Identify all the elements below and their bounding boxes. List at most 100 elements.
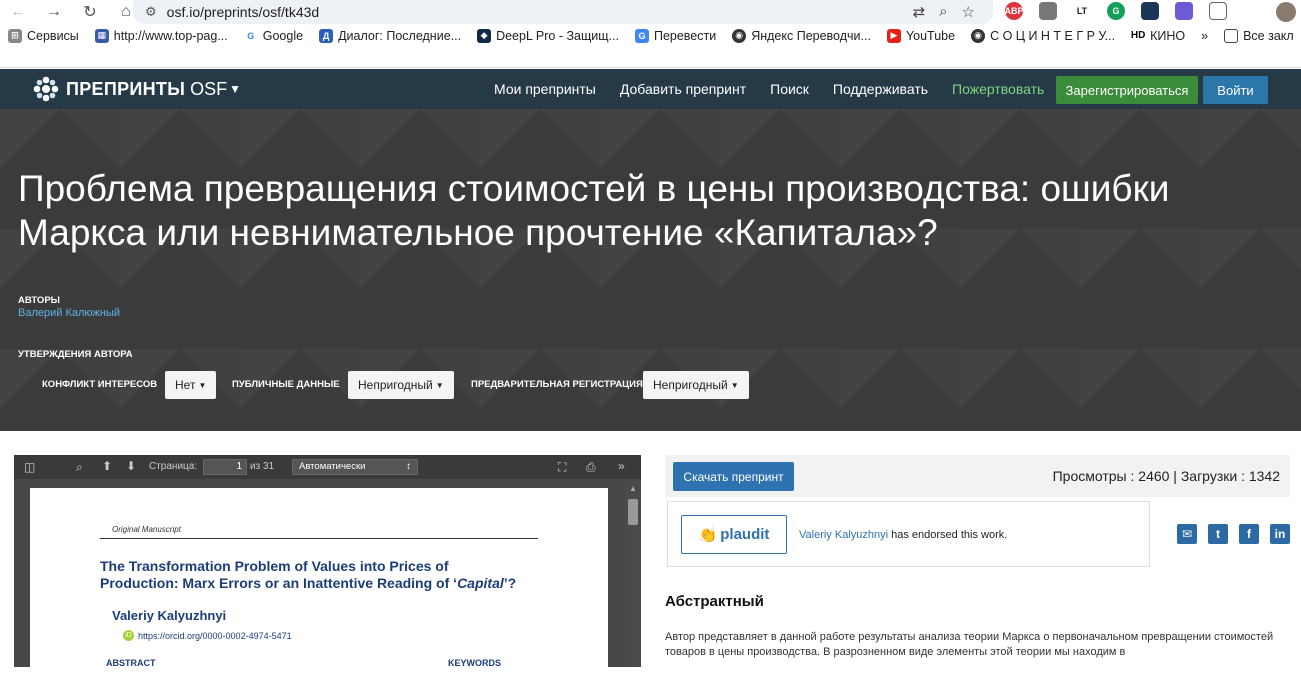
page-number-input[interactable]: 1 (203, 459, 247, 475)
public-data-label: ПУБЛИЧНЫЕ ДАННЫЕ (232, 379, 340, 390)
tools-menu-icon[interactable]: » (618, 459, 625, 473)
bookmark-google[interactable]: G Google (236, 26, 311, 46)
caret-down-icon[interactable]: ▼ (229, 82, 241, 96)
prereg-dropdown[interactable]: Непригодный ▼ (643, 371, 749, 399)
bookmark-label[interactable]: Яндекс Переводчи... (751, 29, 871, 43)
pdf-paper-title: The Transformation Problem of Values int… (100, 558, 516, 592)
brand-suffix[interactable]: OSF (190, 79, 227, 100)
zoom-select[interactable]: Автоматически ↕ (292, 459, 418, 475)
search-icon[interactable]: ⌕ (76, 460, 83, 475)
share-buttons: ✉ t f in (1177, 524, 1290, 544)
bookmarks-bar: ⊞ Сервисы ▦ http://www.top-pag... G Google … (0, 24, 1301, 68)
grammarly-icon[interactable]: G (1107, 2, 1125, 20)
bookmark-sociontegru[interactable]: ◉ С О Ц И Н Т Е Г Р У... (963, 26, 1123, 46)
view-download-stats: Просмотры : 2460 | Загрузки : 1342 (1052, 468, 1280, 484)
profile-avatar[interactable] (1276, 2, 1296, 22)
facebook-icon[interactable]: f (1239, 524, 1259, 544)
bookmark-top-pag[interactable]: ▦ http://www.top-pag... (87, 26, 236, 46)
brand-menu[interactable]: ПРЕПРИНТЫ OSF ▼ (32, 75, 241, 103)
register-button[interactable]: Зарегистрироваться (1056, 76, 1198, 104)
caret-down-icon[interactable]: ▼ (731, 381, 739, 390)
bookmark-label[interactable]: DeepL Pro - Защищ... (496, 29, 619, 43)
plaudit-widget: 👏 plaudit Valeriy Kalyuzhnyi has endorse… (667, 501, 1150, 567)
bookmark-translate[interactable]: G Перевести (627, 26, 724, 46)
pdf-scrollbar[interactable]: ▲ (625, 479, 641, 667)
forward-icon[interactable]: → (36, 3, 72, 21)
languagetool-icon[interactable]: LT (1073, 2, 1091, 20)
pdf-title-line1: The Transformation Problem of Values int… (100, 558, 449, 574)
back-icon[interactable]: ← (0, 3, 36, 21)
pdf-viewer: ◫ ⌕ ⬆ ⬇ Страница: 1 из 31 Автоматически ↕… (14, 455, 641, 688)
bookmark-label[interactable]: Все закл (1243, 29, 1294, 43)
linkedin-icon[interactable]: in (1270, 524, 1290, 544)
author-link[interactable]: Валерий Калюжный (18, 307, 120, 319)
clapping-hands-icon[interactable]: 👏 (699, 526, 718, 544)
pdf-title-italic: Capital (457, 575, 504, 591)
plaudit-label[interactable]: plaudit (720, 526, 769, 543)
fullscreen-icon[interactable]: ⛶ (558, 460, 566, 475)
extension-icon[interactable] (1039, 2, 1057, 20)
bookmark-kino[interactable]: HD КИНО (1123, 26, 1193, 46)
nav-donate[interactable]: Пожертвовать (940, 81, 1056, 97)
bookmark-label[interactable]: YouTube (906, 29, 955, 43)
apps-icon[interactable] (1175, 2, 1193, 20)
download-preprint-button[interactable]: Скачать препринт (673, 462, 794, 491)
bookmark-yandex[interactable]: ◉ Яндекс Переводчи... (724, 26, 879, 46)
bookmark-services[interactable]: ⊞ Сервисы (0, 26, 87, 46)
authors-label: АВТОРЫ (18, 295, 60, 306)
orcid-link[interactable]: https://orcid.org/0000-0002-4974-5471 (138, 631, 292, 641)
endorser-link[interactable]: Valeriy Kalyuzhnyi (799, 529, 888, 541)
caret-down-icon[interactable]: ▼ (198, 381, 206, 390)
bookmark-all[interactable]: Все закл (1216, 26, 1301, 46)
bookmarks-overflow-icon[interactable]: » (1193, 26, 1216, 46)
brand-name[interactable]: ПРЕПРИНТЫ (66, 79, 185, 100)
print-icon[interactable]: ⎙ (586, 460, 596, 475)
reload-icon[interactable]: ↻ (72, 2, 108, 22)
nav-search[interactable]: Поиск (758, 81, 821, 97)
translate-icon[interactable]: ⇄ (913, 3, 926, 21)
site-info-icon[interactable]: ⚙ (145, 4, 157, 20)
zoom-value[interactable]: Автоматически (299, 461, 365, 472)
email-icon[interactable]: ✉ (1177, 524, 1197, 544)
preprint-title: Проблема превращения стоимостей в цены п… (18, 168, 1170, 253)
bookmark-youtube[interactable]: ▶ YouTube (879, 26, 963, 46)
zoom-icon[interactable]: ⌕ (939, 3, 947, 21)
abstract-text: Автор представляет в данной работе резул… (665, 631, 1274, 658)
scroll-up-icon[interactable]: ▲ (629, 484, 637, 493)
scroll-thumb[interactable] (628, 499, 638, 525)
bookmark-label[interactable]: Диалог: Последние... (338, 29, 461, 43)
public-data-value[interactable]: Непригодный (358, 378, 433, 392)
bookmark-label[interactable]: Google (263, 29, 303, 43)
coi-dropdown[interactable]: Нет ▼ (165, 371, 217, 399)
bookmark-label[interactable]: Перевести (654, 29, 716, 43)
bookmark-label[interactable]: Сервисы (27, 29, 79, 43)
pdf-title-line2: Production: Marx Errors or an Inattentiv… (100, 575, 517, 591)
next-page-icon[interactable]: ⬇ (126, 459, 136, 473)
coi-value[interactable]: Нет (175, 378, 195, 392)
nav-add-preprint[interactable]: Добавить препринт (608, 81, 758, 97)
bookmark-label[interactable]: КИНО (1150, 29, 1185, 43)
bookmark-label[interactable]: http://www.top-pag... (114, 29, 228, 43)
prereg-value[interactable]: Непригодный (653, 378, 728, 392)
prev-page-icon[interactable]: ⬆ (102, 459, 112, 473)
address-bar[interactable]: ⚙ osf.io/preprints/osf/tk43d ⇄ ⌕ ☆ (133, 0, 993, 24)
bookmark-dialog[interactable]: Д Диалог: Последние... (311, 26, 469, 46)
bookmark-star-icon[interactable]: ☆ (962, 3, 975, 21)
login-button[interactable]: Войти (1203, 76, 1268, 104)
nav-support[interactable]: Поддерживать (821, 81, 940, 97)
nav-my-preprints[interactable]: Мои препринты (482, 81, 608, 97)
adblock-icon[interactable]: ABP (1005, 2, 1024, 20)
bookmark-label[interactable]: С О Ц И Н Т Е Г Р У... (990, 29, 1115, 43)
puzzle-icon[interactable] (1209, 2, 1227, 20)
caret-down-icon[interactable]: ▼ (436, 381, 444, 390)
sidebar-toggle-icon[interactable]: ◫ (24, 460, 35, 474)
select-arrows-icon[interactable]: ↕ (406, 460, 411, 474)
osf-logo-icon (33, 76, 59, 102)
public-data-dropdown[interactable]: Непригодный ▼ (348, 371, 454, 399)
twitter-icon[interactable]: t (1208, 524, 1228, 544)
deepl-icon[interactable] (1141, 2, 1159, 20)
bookmark-deepl[interactable]: ◆ DeepL Pro - Защищ... (469, 26, 627, 46)
download-bar: Скачать препринт Просмотры : 2460 | Загр… (665, 455, 1290, 497)
url-text[interactable]: osf.io/preprints/osf/tk43d (167, 4, 320, 20)
plaudit-button[interactable]: 👏 plaudit (681, 515, 787, 554)
